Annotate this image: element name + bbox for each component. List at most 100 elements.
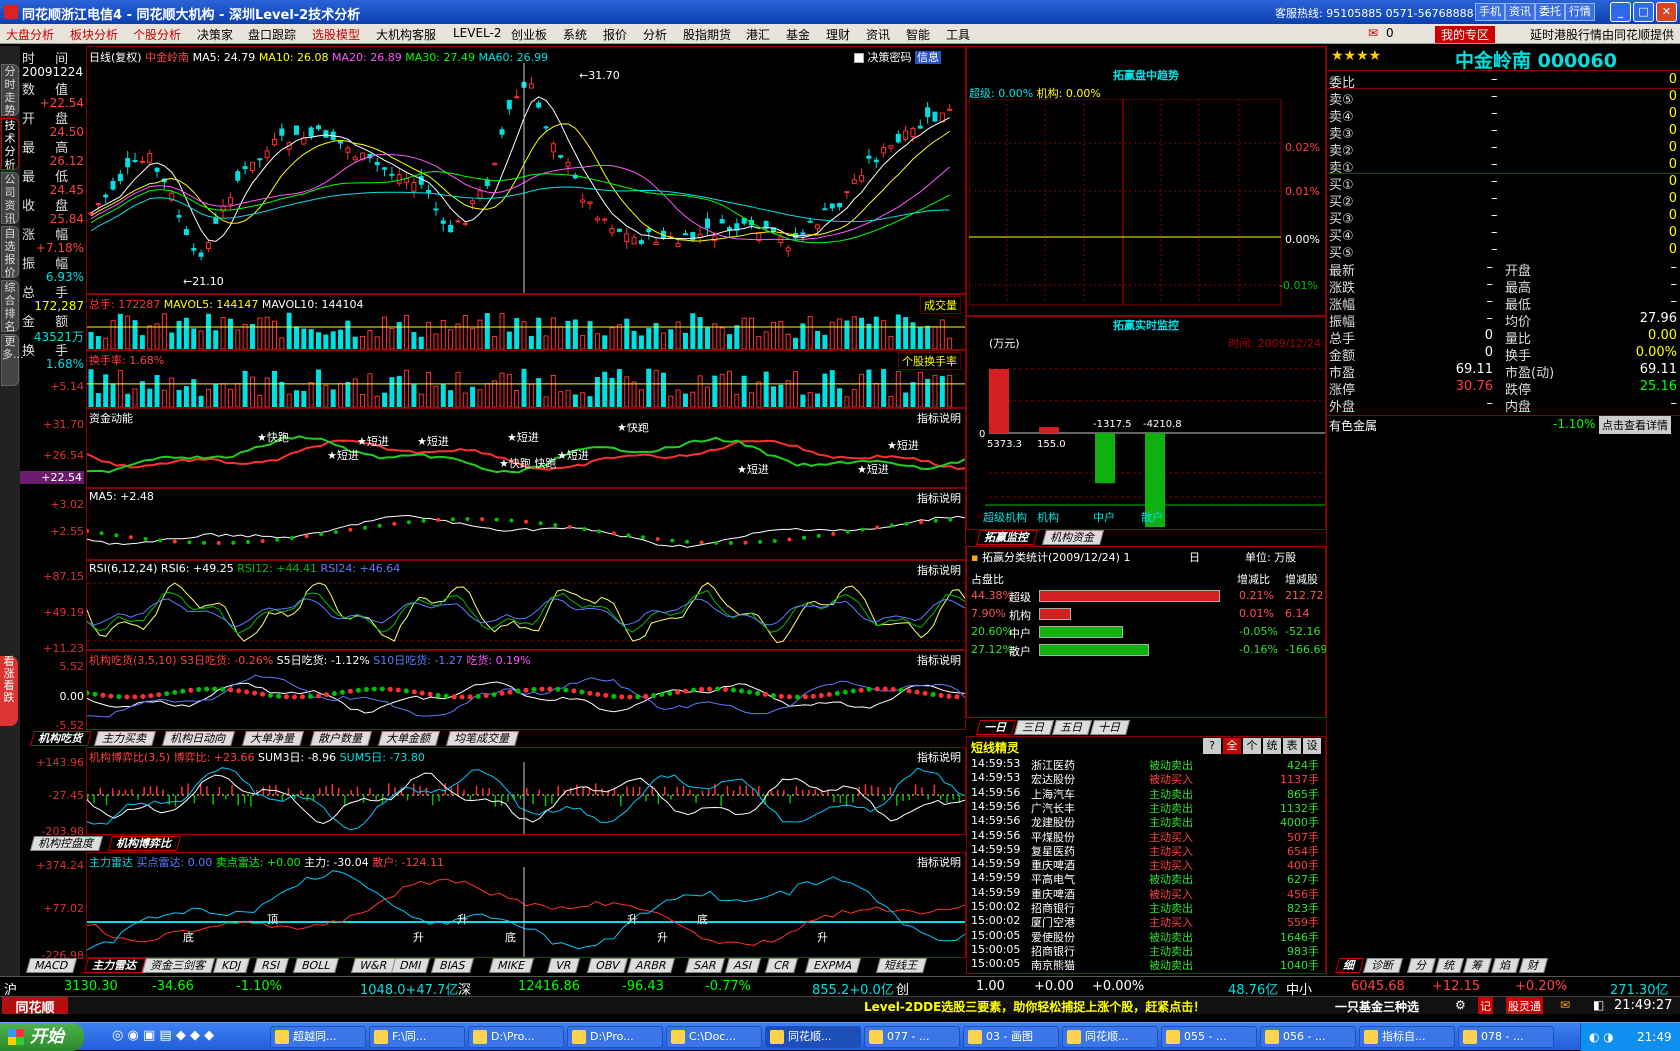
order-book-row[interactable]: 卖⑤ –0 bbox=[1327, 89, 1680, 108]
desktop-icon[interactable]: ▣ bbox=[143, 1028, 155, 1043]
ie-icon[interactable]: ◎ bbox=[112, 1028, 123, 1043]
game-ratio-panel[interactable]: 机构博弈比(3,5) 博弈比: +23.66 SUM3日: -8.96 SUM5… bbox=[86, 747, 966, 835]
order-book-row[interactable]: 卖① –0 bbox=[1327, 157, 1680, 176]
tab-5day[interactable]: 五日 bbox=[1051, 720, 1093, 735]
tab-vr-indicator[interactable]: VR bbox=[546, 958, 581, 973]
app-icon[interactable]: ◆ bbox=[204, 1028, 214, 1043]
tab--indicator[interactable]: 主力雷达 bbox=[83, 958, 147, 973]
tab-technical[interactable]: 技术分析 bbox=[1, 118, 19, 171]
order-book-row[interactable]: 买④ –0 bbox=[1327, 225, 1680, 244]
tab-kdj-indicator[interactable]: KDJ bbox=[212, 958, 250, 973]
elves-filter-button[interactable]: 全 bbox=[1223, 738, 1241, 754]
mail-icon[interactable]: ✉ bbox=[1368, 26, 1378, 40]
elves-row[interactable]: 14:59:59 复星医药 主动买入 654手 bbox=[971, 843, 1321, 858]
elves-row[interactable]: 14:59:53 浙江医药 被动卖出 424手 bbox=[971, 757, 1321, 772]
volume-icon[interactable]: ◧ bbox=[1593, 998, 1604, 1012]
quote-tab[interactable]: 筹 bbox=[1462, 958, 1493, 973]
taskbar-button[interactable]: 同花顺... bbox=[765, 1026, 861, 1048]
tab-obv-indicator[interactable]: OBV bbox=[586, 958, 629, 973]
stats-panel[interactable]: ▪ 拓赢分类统计(2009/12/24) 1 日 单位: 万股 占盘比 增减比 … bbox=[966, 546, 1327, 718]
tab--indicator[interactable]: 短线王 bbox=[875, 958, 928, 973]
tab-macd-indicator[interactable]: MACD bbox=[25, 958, 77, 973]
menu-decision[interactable]: 决策家 bbox=[197, 26, 233, 43]
order-book-row[interactable]: 委比 –0 bbox=[1327, 72, 1680, 91]
monitor-panel[interactable]: 拓赢实时监控 (万元) 时间: 2009/12/24 0 5373.3 155.0… bbox=[966, 316, 1326, 530]
menu-tools[interactable]: 工具 bbox=[946, 26, 970, 43]
tab-sar-indicator[interactable]: SAR bbox=[684, 958, 726, 973]
tab-big-net[interactable]: 大单净量 bbox=[241, 731, 305, 746]
order-book-row[interactable]: 卖③ –0 bbox=[1327, 123, 1680, 142]
menu-info[interactable]: 资讯 bbox=[866, 26, 890, 43]
elves-row[interactable]: 14:59:56 上海汽车 主动卖出 865手 bbox=[971, 786, 1321, 801]
tab-inst-buy[interactable]: 机构吃货 bbox=[29, 731, 93, 746]
tab-more[interactable]: 更多... bbox=[1, 334, 24, 386]
tab-mike-indicator[interactable]: MIKE bbox=[488, 958, 534, 973]
taskbar-button[interactable]: C:\Doc... bbox=[666, 1026, 762, 1048]
taskbar-button[interactable]: 056 - ... bbox=[1260, 1026, 1356, 1048]
menu-stock[interactable]: 个股分析 bbox=[133, 26, 181, 43]
menu-service[interactable]: 大机构客服 bbox=[376, 26, 436, 43]
trade-icon[interactable]: 股灵通 bbox=[1506, 997, 1543, 1015]
order-book-row[interactable]: 买③ –0 bbox=[1327, 208, 1680, 227]
quote-tab[interactable]: 统 bbox=[1434, 958, 1465, 973]
tab-10day[interactable]: 十日 bbox=[1089, 720, 1131, 735]
stats-period[interactable]: 日 bbox=[1189, 549, 1200, 565]
order-book-row[interactable]: 卖② –0 bbox=[1327, 140, 1680, 159]
elves-row[interactable]: 14:59:56 龙建股份 主动卖出 4000手 bbox=[971, 814, 1321, 829]
turnover-panel[interactable]: 换手率: 1.68% 个股换手率 bbox=[86, 350, 966, 408]
elves-row[interactable]: 14:59:59 平高电气 被动卖出 627手 bbox=[971, 871, 1321, 886]
menu-gem[interactable]: 创业板 bbox=[511, 26, 547, 43]
tab-main-trade[interactable]: 主力买卖 bbox=[93, 731, 157, 746]
settings-icon[interactable]: ⚙ bbox=[1455, 998, 1466, 1012]
elves-row[interactable]: 14:59:56 平煤股份 主动买入 507手 bbox=[971, 829, 1321, 844]
tab-bias-indicator[interactable]: BIAS bbox=[430, 958, 475, 973]
quote-tab[interactable]: 财 bbox=[1518, 958, 1549, 973]
maximize-button[interactable]: □ bbox=[1633, 2, 1654, 22]
elves-filter-button[interactable]: ? bbox=[1203, 738, 1221, 754]
menu-smart[interactable]: 智能 bbox=[906, 26, 930, 43]
order-book-row[interactable]: 买⑤ – 0 bbox=[1327, 242, 1680, 261]
side-tab-rise-fall[interactable]: 看涨看跌 bbox=[0, 656, 18, 726]
quote-tab[interactable]: 分 bbox=[1406, 958, 1437, 973]
radar-panel[interactable]: 主力雷达 买点雷达: 0.00 卖点雷达: +0.00 主力: -30.04 散… bbox=[86, 852, 966, 958]
elves-row[interactable]: 15:00:02 厦门空港 主动买入 559手 bbox=[971, 914, 1321, 929]
trend-panel[interactable]: 拓赢盘中趋势 超级: 0.00% 机构: 0.00% 0.02% 0.01% 0… bbox=[966, 46, 1326, 316]
tab-company-info[interactable]: 公司资讯 bbox=[1, 172, 19, 225]
elves-row[interactable]: 14:59:53 宏达股份 被动买入 1137手 bbox=[971, 771, 1321, 786]
quote-tab[interactable]: 诊断 bbox=[1362, 958, 1404, 973]
fund-promo[interactable]: 一只基金三种选 bbox=[1335, 998, 1419, 1015]
tab-avg-volume[interactable]: 均笔成交量 bbox=[445, 731, 520, 746]
tab-ranking[interactable]: 综合排名 bbox=[1, 280, 19, 333]
quote-tab[interactable]: 细 bbox=[1334, 958, 1365, 973]
ma5-panel[interactable]: MA5: +2.48 指标说明 bbox=[86, 488, 966, 560]
order-book-row[interactable]: 买② –0 bbox=[1327, 191, 1680, 210]
tab-watchlist[interactable]: 自选报价 bbox=[1, 226, 19, 279]
taskbar-button[interactable]: 超越同... bbox=[270, 1026, 366, 1048]
menu-fund[interactable]: 基金 bbox=[786, 26, 810, 43]
volume-panel[interactable]: 总手: 172287 MAVOL5: 144147 MAVOL10: 14410… bbox=[86, 294, 966, 350]
tab-arbr-indicator[interactable]: ARBR bbox=[626, 958, 676, 973]
elves-row[interactable]: 15:00:05 招商银行 主动卖出 983手 bbox=[971, 943, 1321, 958]
folder-icon[interactable]: ▤ bbox=[159, 1028, 171, 1043]
inst-buying-panel[interactable]: 机构吃货(3,5,10) S3日吃货: -0.26% S5日吃货: -1.12%… bbox=[86, 650, 966, 730]
capital-momentum-panel[interactable]: 资金动能 指标说明 ★快跑 ★短进 ★短进 ★短进 ★短进 ★短进 ★快跑 ★短进 ★短进 ★短进… bbox=[86, 408, 966, 488]
tab-rsi-indicator[interactable]: RSI bbox=[252, 958, 289, 973]
tab-inst-daily[interactable]: 机构日动向 bbox=[161, 731, 236, 746]
quote-tab[interactable]: 焰 bbox=[1490, 958, 1521, 973]
media-icon[interactable]: ◉ bbox=[127, 1028, 138, 1043]
menu-finance[interactable]: 理财 bbox=[826, 26, 850, 43]
order-book-row[interactable]: 卖④ –0 bbox=[1327, 106, 1680, 125]
tab-1day[interactable]: 一日 bbox=[975, 720, 1017, 735]
message-icon[interactable]: ✉ bbox=[1560, 998, 1570, 1012]
elves-filter-button[interactable]: 个 bbox=[1243, 738, 1261, 754]
elves-row[interactable]: 15:00:05 爱使股份 被动卖出 1646手 bbox=[971, 929, 1321, 944]
elves-row[interactable]: 14:59:59 重庆啤酒 主动买入 400手 bbox=[971, 857, 1321, 872]
menu-system[interactable]: 系统 bbox=[563, 26, 587, 43]
menu-hk[interactable]: 港汇 bbox=[746, 26, 770, 43]
menu-market[interactable]: 大盘分析 bbox=[6, 26, 54, 43]
tab-boll-indicator[interactable]: BOLL bbox=[292, 958, 340, 973]
view-detail-button[interactable]: 点击查看详情 bbox=[1599, 416, 1671, 434]
elves-filter-button[interactable]: 表 bbox=[1283, 738, 1301, 754]
elves-row[interactable]: 14:59:59 重庆啤酒 被动买入 456手 bbox=[971, 886, 1321, 901]
menu-selection-model[interactable]: 选股模型 bbox=[312, 26, 360, 43]
